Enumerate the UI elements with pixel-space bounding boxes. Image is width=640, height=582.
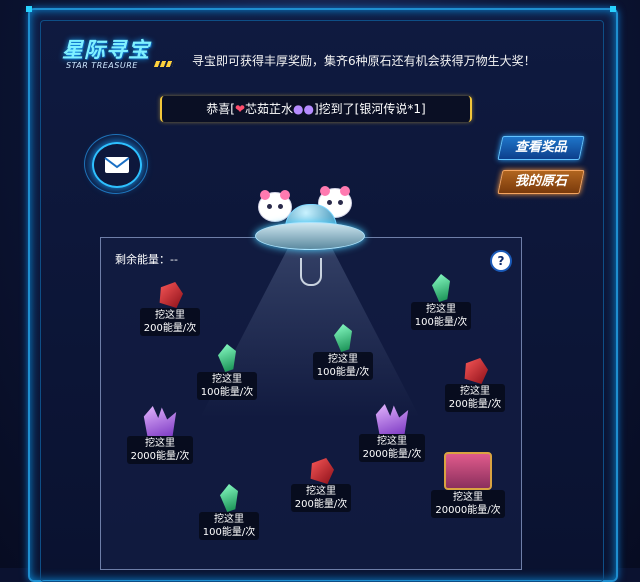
winner-name: 芯茹芷水 <box>245 102 294 116</box>
mascot-ear <box>260 190 270 200</box>
dig-label: 挖这里 100能量/次 <box>196 372 258 400</box>
claw-icon <box>300 258 322 286</box>
bubble-icon: ●● <box>293 102 314 116</box>
dig-cost: 100能量/次 <box>316 367 370 378</box>
treasure-chest-icon <box>444 452 492 490</box>
winner-announcement: 恭喜[❤芯茹芷水●●]挖到了[银河传说*1] <box>160 96 472 122</box>
frame-corner <box>610 6 616 12</box>
dig-label: 挖这里 100能量/次 <box>312 352 374 380</box>
purple-crystal-icon <box>375 404 409 434</box>
view-prizes-button[interactable]: 查看奖品 <box>497 136 585 160</box>
dig-cost: 20000能量/次 <box>435 505 501 516</box>
dig-label: 挖这里 200能量/次 <box>290 484 352 512</box>
mascot-ear <box>340 186 350 196</box>
green-gem-icon <box>218 344 236 372</box>
logo-subtitle: STAR TREASURE <box>66 61 138 70</box>
my-stones-label: 我的原石 <box>514 174 567 189</box>
ufo-digger <box>255 200 365 260</box>
dig-cost: 200能量/次 <box>143 323 197 334</box>
red-gem-icon <box>159 282 183 308</box>
dig-label: 挖这里 200能量/次 <box>444 384 506 412</box>
dig-cost: 2000能量/次 <box>130 451 190 462</box>
dig-label: 挖这里 200能量/次 <box>139 308 201 336</box>
heart-icon: ❤ <box>234 102 246 116</box>
announce-middle: ]挖到了[ <box>314 102 360 116</box>
purple-crystal-icon <box>143 406 177 436</box>
announce-prefix: 恭喜[ <box>206 102 235 116</box>
green-gem-icon <box>220 484 238 512</box>
dig-cost: 100能量/次 <box>414 317 468 328</box>
dig-label: 挖这里 2000能量/次 <box>126 436 194 464</box>
envelope-icon <box>104 157 130 173</box>
dig-spot[interactable]: 挖这里 200能量/次 <box>132 282 208 336</box>
dig-spot[interactable]: 挖这里 20000能量/次 <box>430 452 506 518</box>
mail-button[interactable] <box>92 142 142 188</box>
dig-label: 挖这里 100能量/次 <box>410 302 472 330</box>
dig-cost: 2000能量/次 <box>362 449 422 460</box>
game-logo: 星际寻宝 STAR TREASURE <box>48 22 178 74</box>
dig-spot[interactable]: 挖这里 100能量/次 <box>408 274 474 330</box>
dig-cost: 100能量/次 <box>202 527 256 538</box>
dig-spot[interactable]: 挖这里 2000能量/次 <box>356 404 428 462</box>
frame-corner <box>26 6 32 12</box>
my-stones-button[interactable]: 我的原石 <box>497 170 585 194</box>
dig-label: 挖这里 20000能量/次 <box>431 490 505 518</box>
red-gem-icon <box>464 358 488 384</box>
help-button[interactable]: ? <box>490 250 512 272</box>
dig-cost: 100能量/次 <box>200 387 254 398</box>
dig-spot[interactable]: 挖这里 200能量/次 <box>442 358 508 412</box>
dig-cost: 200能量/次 <box>448 399 502 410</box>
green-gem-icon <box>334 324 352 352</box>
dig-spot[interactable]: 挖这里 100能量/次 <box>310 324 376 380</box>
dig-label: 挖这里 2000能量/次 <box>358 434 426 462</box>
view-prizes-label: 查看奖品 <box>514 140 567 155</box>
mascot-ear <box>280 190 290 200</box>
dig-spot[interactable]: 挖这里 100能量/次 <box>196 484 262 540</box>
intro-text: 寻宝即可获得丰厚奖励，集齐6种原石还有机会获得万物生大奖！ <box>192 54 536 68</box>
green-gem-icon <box>432 274 450 302</box>
dig-label: 挖这里 100能量/次 <box>198 512 260 540</box>
red-gem-icon <box>310 458 334 484</box>
energy-remaining: 剩余能量：-- <box>115 253 178 266</box>
dig-spot[interactable]: 挖这里 200能量/次 <box>288 458 354 512</box>
winner-prize: 银河传说*1 <box>359 102 422 116</box>
dig-spot[interactable]: 挖这里 100能量/次 <box>194 344 260 400</box>
ufo-disc <box>255 222 365 250</box>
dig-cost: 200能量/次 <box>294 499 348 510</box>
logo-title: 星际寻宝 <box>62 38 150 62</box>
announce-suffix: ] <box>421 102 426 116</box>
dig-spot[interactable]: 挖这里 2000能量/次 <box>124 406 196 464</box>
logo-stripes <box>153 61 175 67</box>
mascot-ear <box>320 186 330 196</box>
